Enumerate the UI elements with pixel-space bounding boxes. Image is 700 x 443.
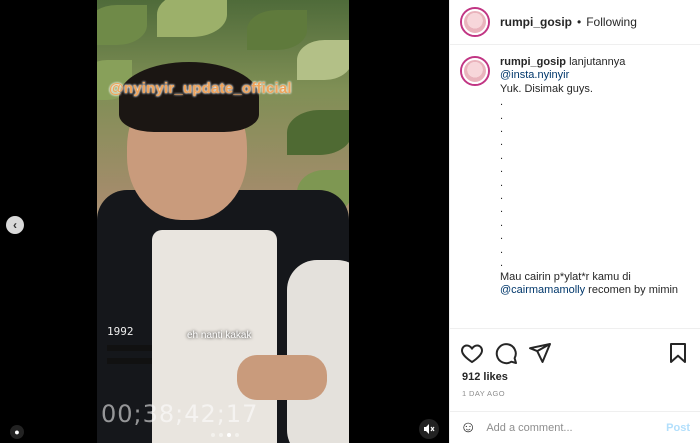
video-timecode: 00;38;42;17 [101, 400, 259, 428]
caption-line: recomen by mimin [585, 283, 679, 296]
comment-icon[interactable] [494, 341, 518, 365]
mention-link[interactable]: @insta.nyinyir [500, 69, 569, 81]
caption-dot: . [500, 203, 504, 216]
header-username[interactable]: rumpi_gosip [500, 15, 572, 29]
bookmark-icon[interactable] [666, 341, 690, 365]
person-hand [237, 355, 327, 400]
likes-count[interactable]: 912 likes [450, 367, 700, 383]
header-separator: • [577, 15, 582, 29]
caption-dot: . [500, 216, 504, 229]
caption-dot: . [500, 176, 504, 189]
carousel-dot [219, 433, 223, 437]
person-hair [119, 62, 259, 132]
caption-dot: . [500, 109, 504, 122]
emoji-icon[interactable]: ☺ [460, 419, 476, 437]
user-icon[interactable]: ● [10, 425, 24, 439]
caption-text: rumpi_gosip lanjutannya @insta.nyinyir Y… [500, 56, 678, 328]
sleeve-stripe [107, 345, 152, 351]
sleeve-stripe [107, 358, 152, 364]
caption-dot: . [500, 123, 504, 136]
post-button[interactable]: Post [666, 422, 690, 434]
caption-line: lanjutannya [566, 56, 626, 68]
post-actions: 912 likes 1 DAY AGO ☺ Post [450, 328, 700, 443]
caption-dot: . [500, 257, 504, 270]
comment-box: ☺ Post [450, 411, 700, 443]
caption-dot: . [500, 230, 504, 243]
post-header: rumpi_gosip • Following [450, 0, 700, 45]
avatar[interactable] [460, 7, 490, 37]
media-viewer: @nyinyir_update_official 1992 eh nanti k… [0, 0, 449, 443]
comment-input[interactable] [486, 421, 667, 434]
video-subtitle: eh nanti kakak [187, 330, 252, 341]
caption-section: rumpi_gosip lanjutannya @insta.nyinyir Y… [450, 46, 700, 328]
caption-dot: . [500, 149, 504, 162]
caption-line: Yuk. Disimak guys. [500, 82, 593, 95]
post-timestamp[interactable]: 1 DAY AGO [450, 383, 700, 398]
action-icons-row [450, 329, 700, 367]
shirt-number: 1992 [107, 325, 134, 338]
video-frame[interactable]: @nyinyir_update_official 1992 eh nanti k… [97, 0, 349, 443]
avatar[interactable] [460, 56, 490, 86]
caption-dot: . [500, 243, 504, 256]
speaker-muted-icon[interactable] [419, 419, 439, 439]
carousel-dot-active [227, 433, 231, 437]
video-watermark: @nyinyir_update_official [109, 80, 292, 97]
caption-dot: . [500, 163, 504, 176]
caption-dot: . [500, 190, 504, 203]
caption-line: Mau cairin p*ylat*r kamu di [500, 270, 631, 283]
following-button[interactable]: Following [586, 15, 637, 29]
chevron-left-icon[interactable]: ‹ [6, 216, 24, 234]
caption-dot: . [500, 136, 504, 149]
jacket-sleeve-right [287, 260, 349, 443]
mention-link[interactable]: @cairmamamolly [500, 284, 585, 296]
caption-dot: . [500, 96, 504, 109]
carousel-indicator [211, 433, 239, 437]
post-side-panel: rumpi_gosip • Following rumpi_gosip lanj… [449, 0, 700, 443]
caption-username[interactable]: rumpi_gosip [500, 56, 566, 68]
heart-icon[interactable] [460, 341, 484, 365]
carousel-dot [211, 433, 215, 437]
carousel-dot [235, 433, 239, 437]
share-icon[interactable] [528, 341, 552, 365]
